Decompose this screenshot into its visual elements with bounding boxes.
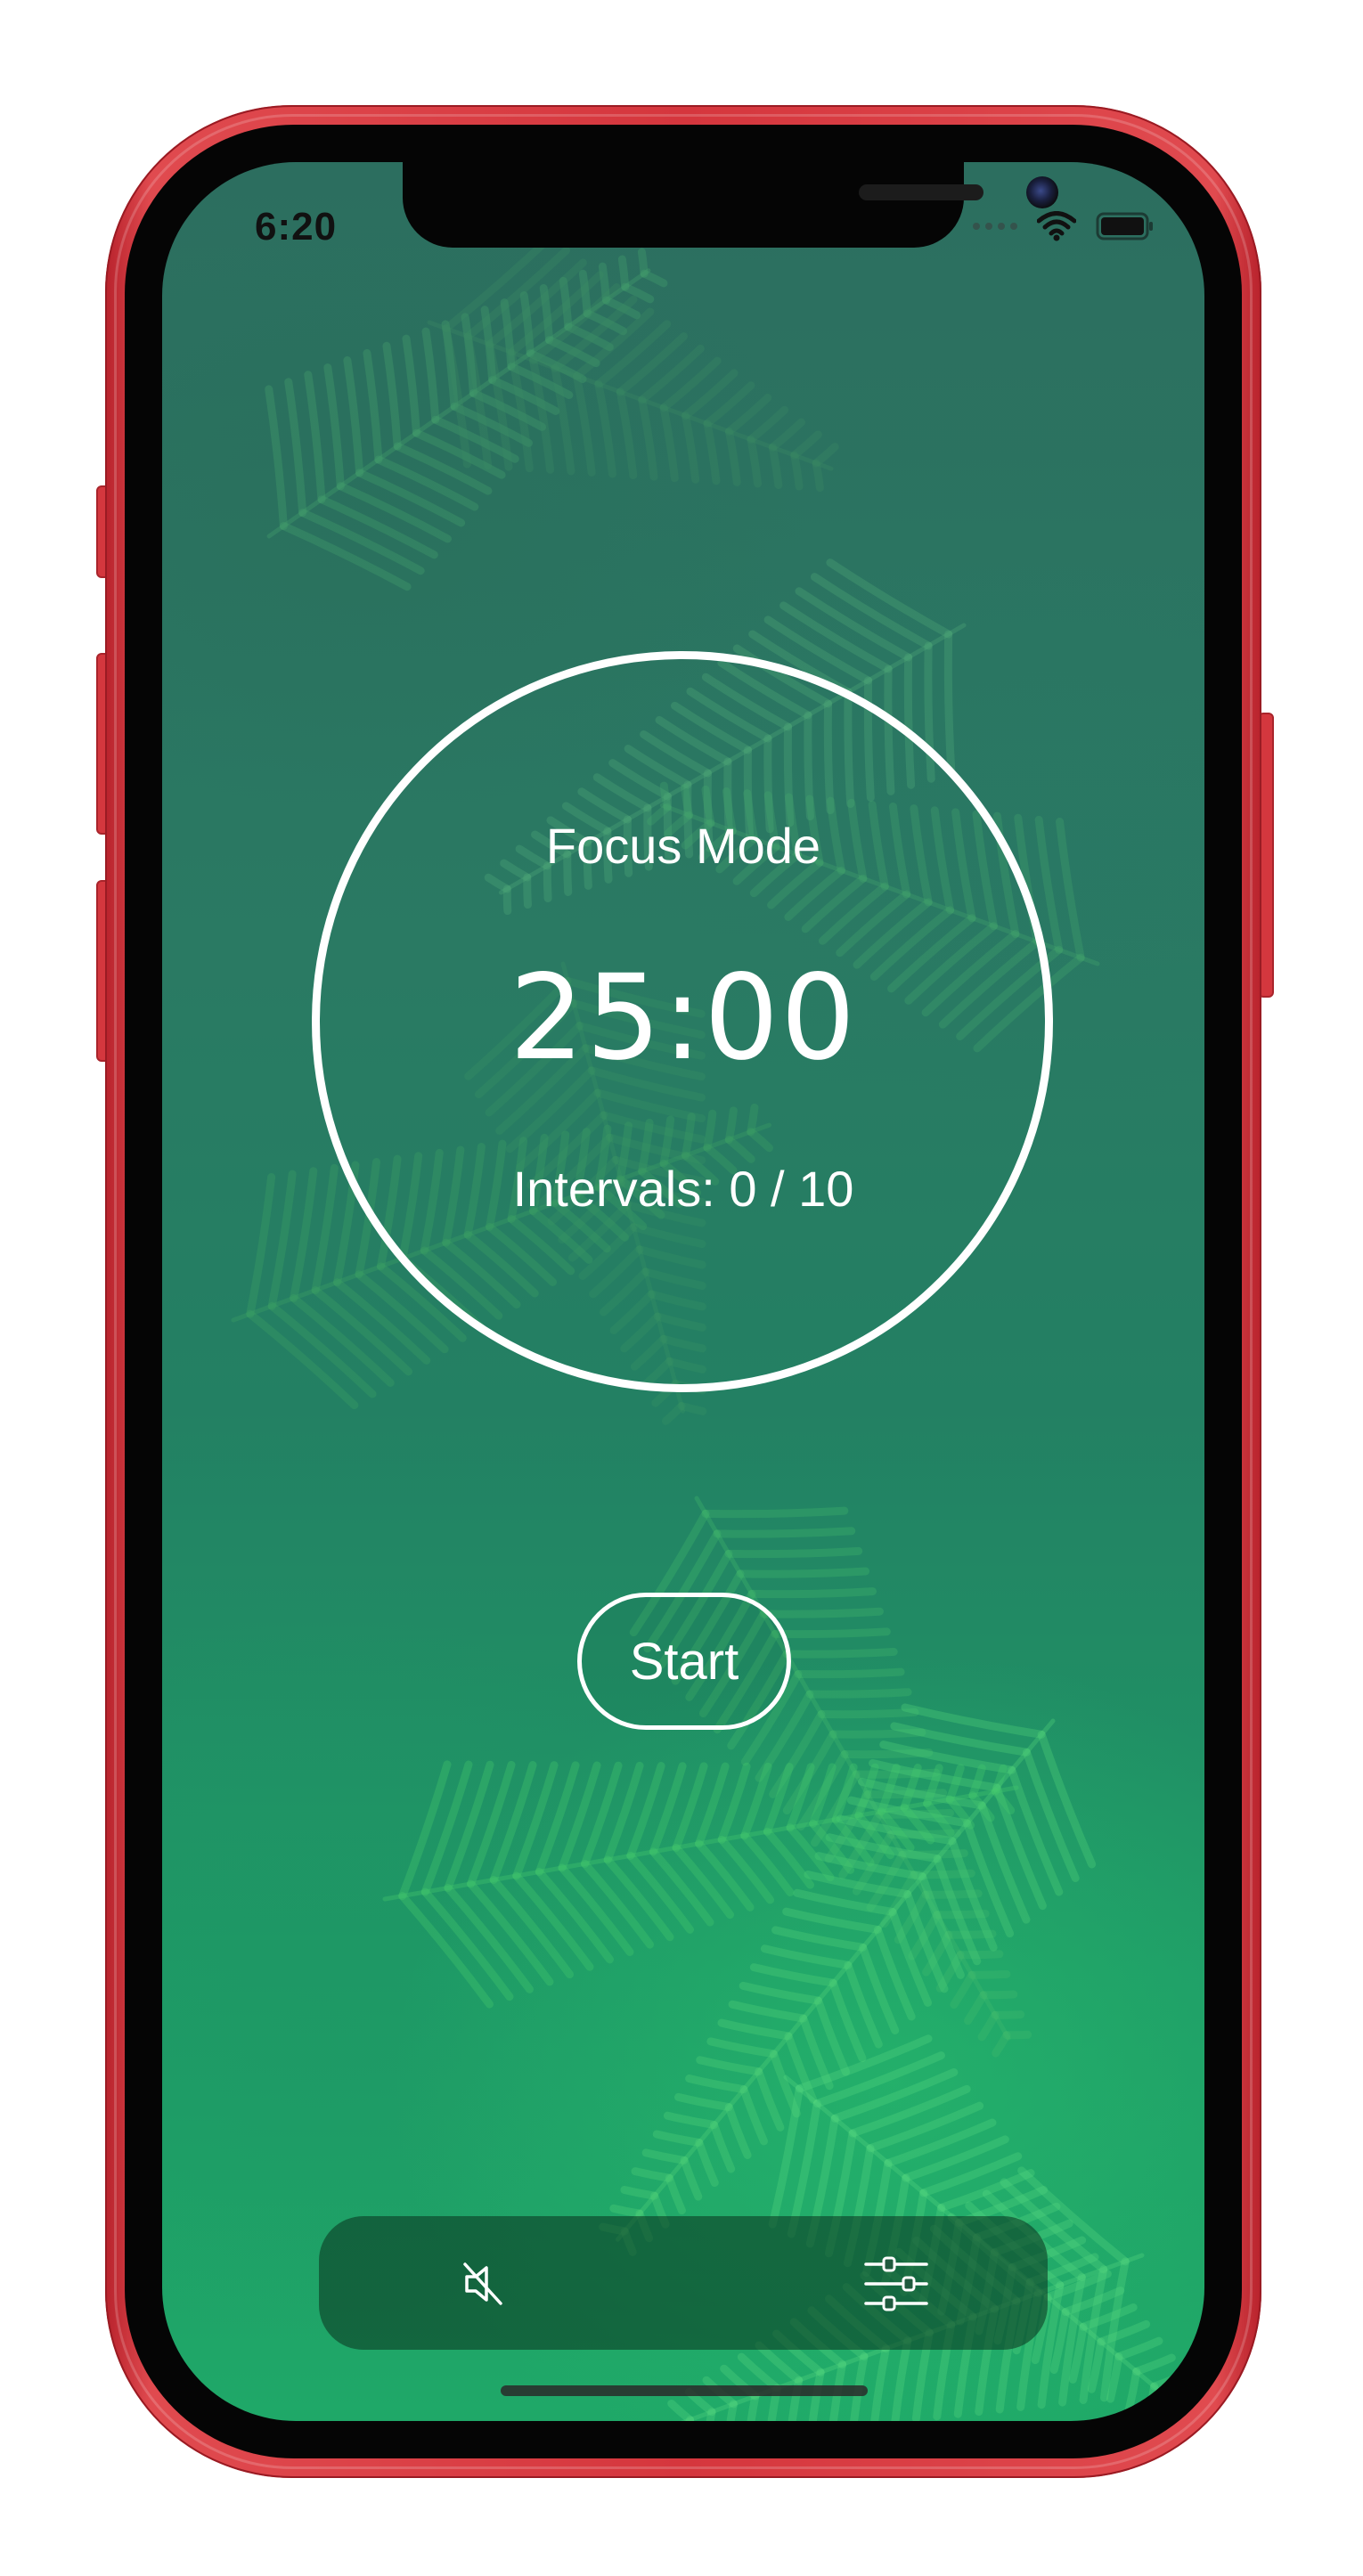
app-screen: 6:20 Focus Mode 25:00 Intervals: 0 / 10 … xyxy=(162,162,1204,2421)
bottom-toolbar xyxy=(319,2216,1048,2350)
battery-icon xyxy=(1096,212,1153,240)
mute-button[interactable] xyxy=(451,2250,518,2318)
settings-button[interactable] xyxy=(862,2250,930,2318)
status-time: 6:20 xyxy=(255,205,338,249)
earpiece-speaker xyxy=(859,184,983,200)
device-stage: 6:20 Focus Mode 25:00 Intervals: 0 / 10 … xyxy=(0,0,1363,2576)
front-camera xyxy=(1026,176,1058,208)
wifi-icon xyxy=(1037,211,1076,241)
sliders-icon xyxy=(864,2256,928,2311)
cellular-signal-icon xyxy=(973,223,1017,230)
start-button[interactable]: Start xyxy=(577,1593,791,1730)
notch xyxy=(403,162,1058,248)
intervals-counter: Intervals: 0 / 10 xyxy=(512,1161,854,1217)
timer-countdown: 25:00 xyxy=(509,950,858,1087)
mode-label: Focus Mode xyxy=(545,818,821,874)
status-indicators xyxy=(973,208,1155,244)
home-indicator xyxy=(501,2385,868,2396)
speaker-muted-icon xyxy=(463,2262,502,2305)
